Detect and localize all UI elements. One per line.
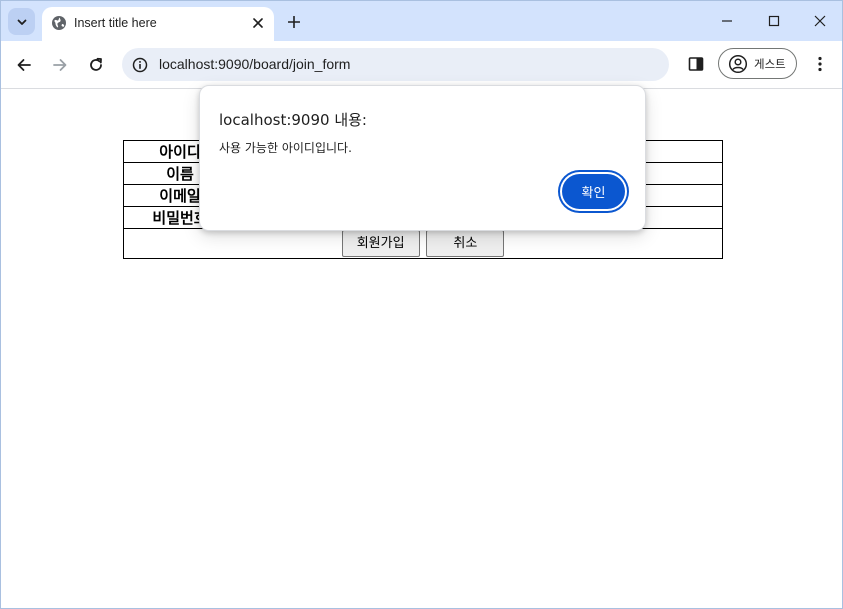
dialog-message: 사용 가능한 아이디입니다. bbox=[219, 141, 352, 155]
dialog-ok-button[interactable]: 확인 bbox=[562, 174, 625, 209]
form-row-buttons: 회원가입 취소 bbox=[123, 228, 723, 259]
side-panel-button[interactable] bbox=[685, 53, 707, 75]
profile-label: 게스트 bbox=[754, 57, 786, 71]
close-window-button[interactable] bbox=[808, 9, 832, 33]
dialog-title: localhost:9090 내용: bbox=[219, 111, 367, 129]
browser-toolbar: localhost:9090/board/join_form 게스트 bbox=[1, 41, 842, 89]
globe-icon bbox=[52, 16, 66, 30]
tab-search-button[interactable] bbox=[8, 8, 35, 35]
chevron-down-icon bbox=[17, 19, 26, 25]
maximize-button[interactable] bbox=[762, 9, 786, 33]
reload-icon bbox=[90, 57, 102, 71]
arrow-right-icon bbox=[53, 59, 67, 71]
maximize-icon bbox=[768, 15, 780, 27]
tab-strip: Insert title here bbox=[1, 1, 842, 41]
browser-window: Insert title here localhost:9090/board/j… bbox=[0, 0, 843, 609]
arrow-left-icon bbox=[17, 59, 31, 71]
browser-tab[interactable]: Insert title here bbox=[42, 7, 274, 41]
reload-button[interactable] bbox=[84, 53, 108, 77]
back-button[interactable] bbox=[12, 53, 36, 77]
close-icon bbox=[253, 18, 263, 28]
new-tab-button[interactable] bbox=[283, 11, 305, 33]
minimize-icon bbox=[722, 20, 732, 22]
url-text: localhost:9090/board/join_form bbox=[159, 56, 351, 72]
account-icon bbox=[728, 54, 748, 74]
side-panel-icon bbox=[688, 57, 704, 71]
close-icon bbox=[814, 15, 826, 27]
join-submit-button[interactable]: 회원가입 bbox=[341, 230, 420, 257]
tab-close-button[interactable] bbox=[249, 14, 267, 32]
alert-dialog: localhost:9090 내용: 사용 가능한 아이디입니다. 확인 bbox=[199, 85, 646, 231]
forward-button[interactable] bbox=[48, 53, 72, 77]
tab-title: Insert title here bbox=[74, 16, 157, 30]
plus-icon bbox=[288, 16, 300, 28]
minimize-button[interactable] bbox=[715, 9, 739, 33]
profile-button[interactable]: 게스트 bbox=[718, 48, 797, 79]
cancel-button[interactable]: 취소 bbox=[426, 230, 505, 257]
site-info-button[interactable] bbox=[130, 55, 150, 75]
browser-menu-button[interactable] bbox=[809, 53, 831, 75]
address-bar[interactable]: localhost:9090/board/join_form bbox=[122, 48, 669, 81]
info-icon bbox=[132, 57, 148, 73]
kebab-menu-icon bbox=[818, 56, 822, 72]
form-buttons-cell: 회원가입 취소 bbox=[123, 228, 723, 259]
